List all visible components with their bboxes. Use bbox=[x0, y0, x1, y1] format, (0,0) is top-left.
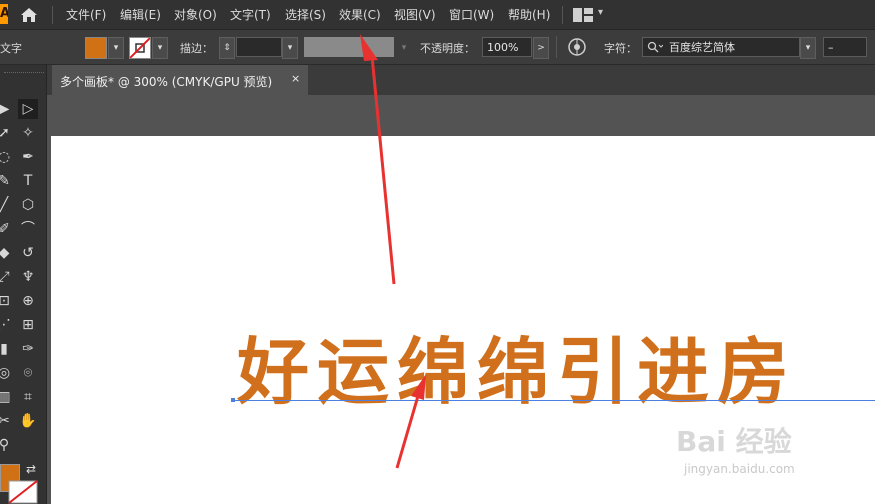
profile-dropdown[interactable]: ▾ bbox=[396, 37, 412, 59]
fill-dropdown[interactable]: ▾ bbox=[108, 37, 124, 59]
menu-select[interactable]: 选择(S) bbox=[285, 6, 326, 23]
curvature-tool-icon[interactable]: ◌ bbox=[0, 147, 14, 167]
column-graph-tool-icon[interactable]: ▥ bbox=[0, 387, 14, 407]
menu-window[interactable]: 窗口(W) bbox=[449, 6, 494, 23]
stroke-label: 描边： bbox=[180, 42, 213, 55]
no-stroke-icon bbox=[130, 38, 150, 58]
stroke-color-swatch[interactable] bbox=[129, 37, 151, 59]
lasso-tool-icon[interactable]: ➚ bbox=[0, 123, 14, 143]
perspective-grid-tool-icon[interactable]: ⋰ bbox=[0, 315, 14, 335]
character-label[interactable]: 字符： bbox=[604, 40, 637, 56]
zoom-tool-icon[interactable]: ⚲ bbox=[0, 435, 14, 455]
mesh-tool-icon[interactable]: ⊞ bbox=[18, 315, 38, 335]
hand-tool-icon[interactable]: ✋ bbox=[18, 411, 38, 431]
baidu-watermark-logo: Bai 经验 bbox=[676, 425, 792, 458]
slice-tool-icon[interactable]: ✂ bbox=[0, 411, 14, 431]
type-tool-icon[interactable]: T bbox=[18, 171, 38, 191]
font-family-input[interactable]: 百度综艺简体 bbox=[642, 37, 800, 57]
opacity-label[interactable]: 不透明度： bbox=[420, 40, 475, 56]
text-anchor-point[interactable] bbox=[231, 398, 235, 402]
menu-separator bbox=[562, 6, 563, 24]
chevron-down-icon[interactable]: ▾ bbox=[598, 7, 603, 18]
magic-wand-tool-icon[interactable]: ✧ bbox=[18, 123, 38, 143]
baidu-watermark-url: jingyan.baidu.com bbox=[684, 462, 795, 476]
variable-width-profile[interactable] bbox=[304, 37, 394, 57]
rotate-tool-icon[interactable]: ↺ bbox=[18, 243, 38, 263]
eraser-tool-icon[interactable]: ◆ bbox=[0, 243, 14, 263]
scale-tool-icon[interactable]: ⤢ bbox=[0, 267, 14, 287]
menu-effect[interactable]: 效果(C) bbox=[339, 6, 381, 23]
stroke-weight-dropdown[interactable]: ▾ bbox=[282, 37, 298, 59]
line-tool-icon[interactable]: ╱ bbox=[0, 195, 14, 215]
stroke-weight-input[interactable] bbox=[236, 37, 282, 57]
stroke-dropdown[interactable]: ▾ bbox=[152, 37, 168, 59]
warp-tool-icon[interactable]: ♆ bbox=[18, 267, 38, 287]
document-tab-title: 多个画板* @ 300% (CMYK/GPU 预览) bbox=[60, 75, 273, 89]
menu-edit[interactable]: 编辑(E) bbox=[120, 6, 161, 23]
swap-colors-icon[interactable]: ⇄ bbox=[26, 462, 36, 476]
workspace-switcher-icon[interactable] bbox=[573, 8, 593, 22]
eyedropper-tool-icon[interactable]: ✑ bbox=[18, 339, 38, 359]
menu-file[interactable]: 文件(F) bbox=[66, 6, 106, 23]
blend-tool-icon[interactable]: ◎ bbox=[0, 363, 14, 383]
pasteboard[interactable] bbox=[47, 95, 875, 136]
menu-help[interactable]: 帮助(H) bbox=[508, 6, 550, 23]
artboard-tool-icon[interactable]: ⌗ bbox=[18, 387, 38, 407]
toolbar-grip bbox=[4, 72, 44, 75]
shape-builder-tool-icon[interactable]: ⊕ bbox=[18, 291, 38, 311]
menu-object[interactable]: 对象(O) bbox=[174, 6, 217, 23]
pencil-tool-icon[interactable]: ✎ bbox=[0, 171, 14, 191]
menu-separator bbox=[52, 6, 53, 24]
current-tool-label: 文字 bbox=[0, 42, 22, 55]
recolor-artwork-icon[interactable] bbox=[568, 38, 586, 56]
menu-type[interactable]: 文字(T) bbox=[230, 6, 271, 23]
menu-view[interactable]: 视图(V) bbox=[394, 6, 436, 23]
selection-tool-icon[interactable]: ▶ bbox=[0, 99, 14, 119]
toolbar-stroke-swatch[interactable] bbox=[8, 480, 38, 504]
font-family-dropdown[interactable]: ▾ bbox=[800, 37, 816, 59]
gradient-tool-icon[interactable]: ▮ bbox=[0, 339, 14, 359]
opacity-input[interactable]: 100% bbox=[482, 37, 532, 57]
app-logo: Ai bbox=[0, 4, 8, 24]
home-icon[interactable] bbox=[20, 7, 38, 23]
paintbrush-tool-icon[interactable]: ⌒ bbox=[18, 219, 38, 239]
symbol-sprayer-tool-icon[interactable]: ⌾ bbox=[18, 363, 38, 383]
blob-brush-tool-icon[interactable]: ✐ bbox=[0, 219, 14, 239]
text-baseline-selection bbox=[232, 400, 875, 401]
direct-selection-tool-icon[interactable]: ▷ bbox=[18, 99, 38, 119]
font-style-input[interactable]: – bbox=[823, 37, 867, 57]
opacity-expand-button[interactable]: > bbox=[533, 37, 549, 59]
pen-tool-icon[interactable]: ✒ bbox=[18, 147, 38, 167]
fill-color-swatch[interactable] bbox=[85, 37, 107, 59]
free-transform-tool-icon[interactable]: ⊡ bbox=[0, 291, 14, 311]
font-search-icon bbox=[647, 41, 663, 53]
polygon-tool-icon[interactable]: ⬡ bbox=[18, 195, 38, 215]
control-separator bbox=[556, 36, 557, 58]
close-icon[interactable]: × bbox=[291, 72, 300, 85]
stroke-weight-stepper[interactable]: ⇕ bbox=[219, 37, 235, 59]
